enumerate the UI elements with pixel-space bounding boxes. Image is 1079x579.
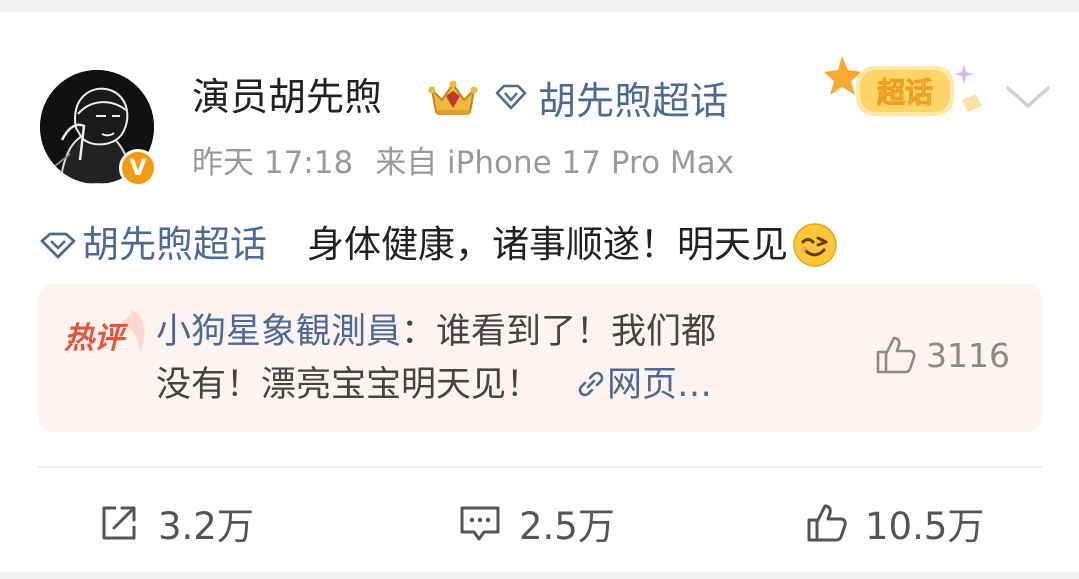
- content-topic-label: 胡先煦超话: [82, 223, 267, 266]
- author-name[interactable]: 演员胡先煦: [192, 72, 382, 122]
- content-topic-link[interactable]: 胡先煦超话: [38, 218, 267, 272]
- post-content: 胡先煦超话 身体健康，诸事顺遂！明天见: [38, 218, 838, 272]
- thumbs-up-icon: [876, 336, 916, 374]
- hot-comment-user[interactable]: 小狗星象観測員: [156, 312, 401, 352]
- link-icon: [578, 371, 604, 397]
- comment-button[interactable]: 2.5万: [457, 498, 615, 548]
- hot-comment-link[interactable]: 网页…: [575, 365, 712, 405]
- hot-comment-separator: ：: [401, 312, 437, 352]
- crown-icon[interactable]: [428, 78, 478, 118]
- super-topic-badge[interactable]: 超话: [824, 50, 994, 132]
- post-meta: 昨天 17:18 来自 iPhone 17 Pro Max: [192, 141, 734, 185]
- divider: [38, 466, 1042, 468]
- wink-emoji: [793, 223, 837, 267]
- diamond-icon: [495, 84, 527, 110]
- hot-comment-text: 小狗星象観測員：谁看到了！我们都 没有！漂亮宝宝明天见！ 网页…: [156, 306, 856, 412]
- comment-count: 2.5万: [519, 505, 615, 548]
- hot-comment-label-text: 热评: [63, 321, 129, 356]
- hot-comment-line2: 没有！漂亮宝宝明天见！: [156, 365, 542, 405]
- hot-comment-like-button[interactable]: 3116: [872, 332, 1010, 378]
- thumbs-up-icon: [807, 504, 847, 542]
- chevron-down-icon[interactable]: [1004, 82, 1052, 112]
- diamond-icon: [40, 232, 76, 259]
- topic-chip-label: 胡先煦超话: [538, 78, 729, 123]
- verified-v-icon: V: [119, 149, 157, 187]
- content-text: 身体健康，诸事顺遂！明天见: [307, 223, 788, 266]
- comment-icon: [460, 506, 500, 541]
- hot-comment[interactable]: 热评 小狗星象観測員：谁看到了！我们都 没有！漂亮宝宝明天见！ 网页… 3116: [38, 284, 1042, 432]
- hot-comment-line1: 谁看到了！我们都: [436, 312, 717, 352]
- like-button[interactable]: 10.5万: [803, 498, 984, 548]
- post-card: V 演员胡先煦 胡先煦超话 超话 昨天 17:18 来自 iPhone 17 Pr…: [0, 12, 1079, 572]
- like-count: 10.5万: [865, 505, 985, 548]
- hot-comment-link-label: 网页…: [607, 365, 713, 405]
- post-time: 昨天 17:18: [192, 145, 354, 181]
- repost-count: 3.2万: [158, 505, 254, 548]
- post-source: 来自 iPhone 17 Pro Max: [375, 145, 734, 181]
- topic-chip[interactable]: 胡先煦超话: [494, 72, 729, 123]
- hot-comment-like-count: 3116: [926, 335, 1010, 375]
- hot-comment-label: 热评: [63, 310, 145, 356]
- repost-button[interactable]: 3.2万: [96, 498, 254, 548]
- share-icon: [102, 506, 136, 540]
- super-topic-label: 超话: [877, 76, 933, 109]
